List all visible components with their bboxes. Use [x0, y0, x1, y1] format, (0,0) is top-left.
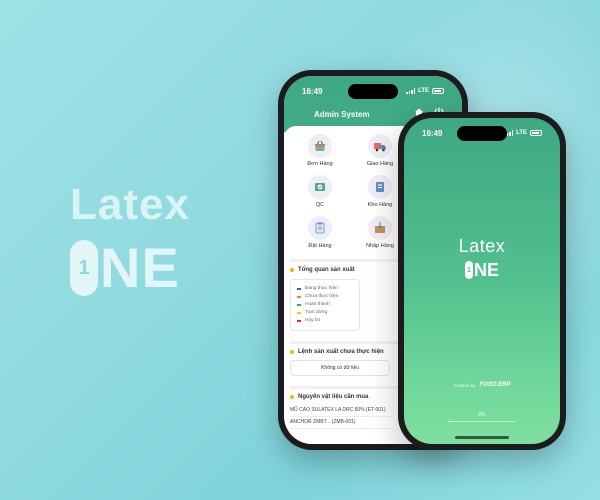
dynamic-island [457, 126, 507, 141]
brand-one: 1 NE [70, 240, 190, 296]
legend-item: Hoàn thành [297, 301, 353, 309]
menu-label: Giao Hàng [366, 161, 394, 167]
menu-label: Đơn Hàng [307, 161, 333, 167]
legend-label: Tạm dừng [305, 310, 328, 315]
created-by: Created by FOSO.ERP [404, 382, 560, 388]
legend-item: Hủy bỏ [297, 317, 353, 325]
legend-swatch [297, 312, 301, 314]
quality-check-icon [308, 175, 332, 199]
status-legend: Đang thực hiện Chưa thực hiện Hoàn thành… [290, 279, 360, 331]
import-goods-icon [368, 216, 392, 240]
battery-icon [432, 88, 444, 94]
menu-item-don-hang[interactable]: Đơn Hàng [290, 134, 350, 167]
legend-swatch [297, 320, 301, 322]
brand-one-badge: 1 [70, 240, 98, 296]
brand-logo: Latex 1 NE [70, 180, 190, 296]
dynamic-island [348, 84, 398, 99]
production-overview-title: Tổng quan sản xuất [298, 267, 355, 273]
list-item[interactable]: MŨ CAO SULATEX LA DRC 60% (ET-001) [290, 405, 390, 417]
app-title: Admin System [314, 110, 370, 119]
splash-one-badge: 1 [464, 261, 473, 279]
bullet-dot [290, 350, 294, 354]
menu-label: Nhập Hàng [366, 243, 394, 249]
menu-label: QC [315, 202, 325, 208]
shopping-basket-icon [308, 134, 332, 158]
splash-one: 1 NE [404, 261, 560, 279]
legend-label: Hủy bỏ [305, 318, 321, 323]
splash-word: Latex [458, 236, 506, 256]
warehouse-icon [368, 175, 392, 199]
legend-swatch [297, 296, 301, 298]
menu-label: Đặt Hàng [308, 243, 332, 249]
legend-item: Đang thực hiện [297, 285, 353, 293]
status-time: 16:49 [302, 86, 323, 96]
legend-item: Chưa thực hiện [297, 293, 353, 301]
progress-label: 8% [478, 412, 486, 418]
network-label: LTE [516, 130, 527, 136]
menu-label: Kho Hàng [367, 202, 393, 208]
phone-screen: 16:49 LTE Latex 1 NE Created by FOSO.ERP… [404, 118, 560, 444]
menu-grid: Đơn Hàng Giao Hàng QC Kho Hàng Đặt Hàng … [290, 134, 410, 249]
phone-splash-screen: 16:49 LTE Latex 1 NE Created by FOSO.ERP… [398, 112, 566, 450]
legend-item: Tạm dừng [297, 309, 353, 317]
company-logo: FOSO.ERP [479, 382, 511, 388]
network-label: LTE [418, 88, 429, 94]
status-indicators: LTE [504, 130, 542, 136]
legend-swatch [297, 288, 301, 290]
bullet-dot [290, 395, 294, 399]
legend-label: Đang thực hiện [305, 286, 338, 291]
created-by-label: Created by [453, 382, 476, 388]
legend-swatch [297, 304, 301, 306]
battery-icon [530, 130, 542, 136]
pending-orders-title: Lệnh sản xuất chưa thực hiện [298, 349, 384, 355]
list-item[interactable]: ANCHOR ZMBT... (ZMB-001) [290, 417, 390, 429]
brand-word: Latex [70, 180, 190, 229]
delivery-truck-icon [368, 134, 392, 158]
menu-item-dat-hang[interactable]: Đặt Hàng [290, 216, 350, 249]
bullet-dot [290, 268, 294, 272]
splash-logo: Latex 1 NE [404, 236, 560, 279]
empty-state: Không có dữ liệu [290, 360, 390, 376]
loading-progress: 8% [448, 412, 516, 422]
status-indicators: LTE [406, 88, 444, 94]
signal-icon [406, 88, 416, 94]
splash-one-text: NE [473, 260, 499, 280]
legend-label: Chưa thực hiện [305, 294, 339, 299]
legend-label: Hoàn thành [305, 302, 330, 307]
menu-item-qc[interactable]: QC [290, 175, 350, 208]
brand-one-text: NE [100, 236, 180, 299]
order-clipboard-icon [308, 216, 332, 240]
materials-title: Nguyên vật liệu cần mua [298, 394, 369, 400]
status-time: 16:49 [422, 128, 443, 138]
progress-track [448, 421, 516, 422]
progress-fill [448, 421, 454, 422]
home-indicator [455, 436, 509, 439]
